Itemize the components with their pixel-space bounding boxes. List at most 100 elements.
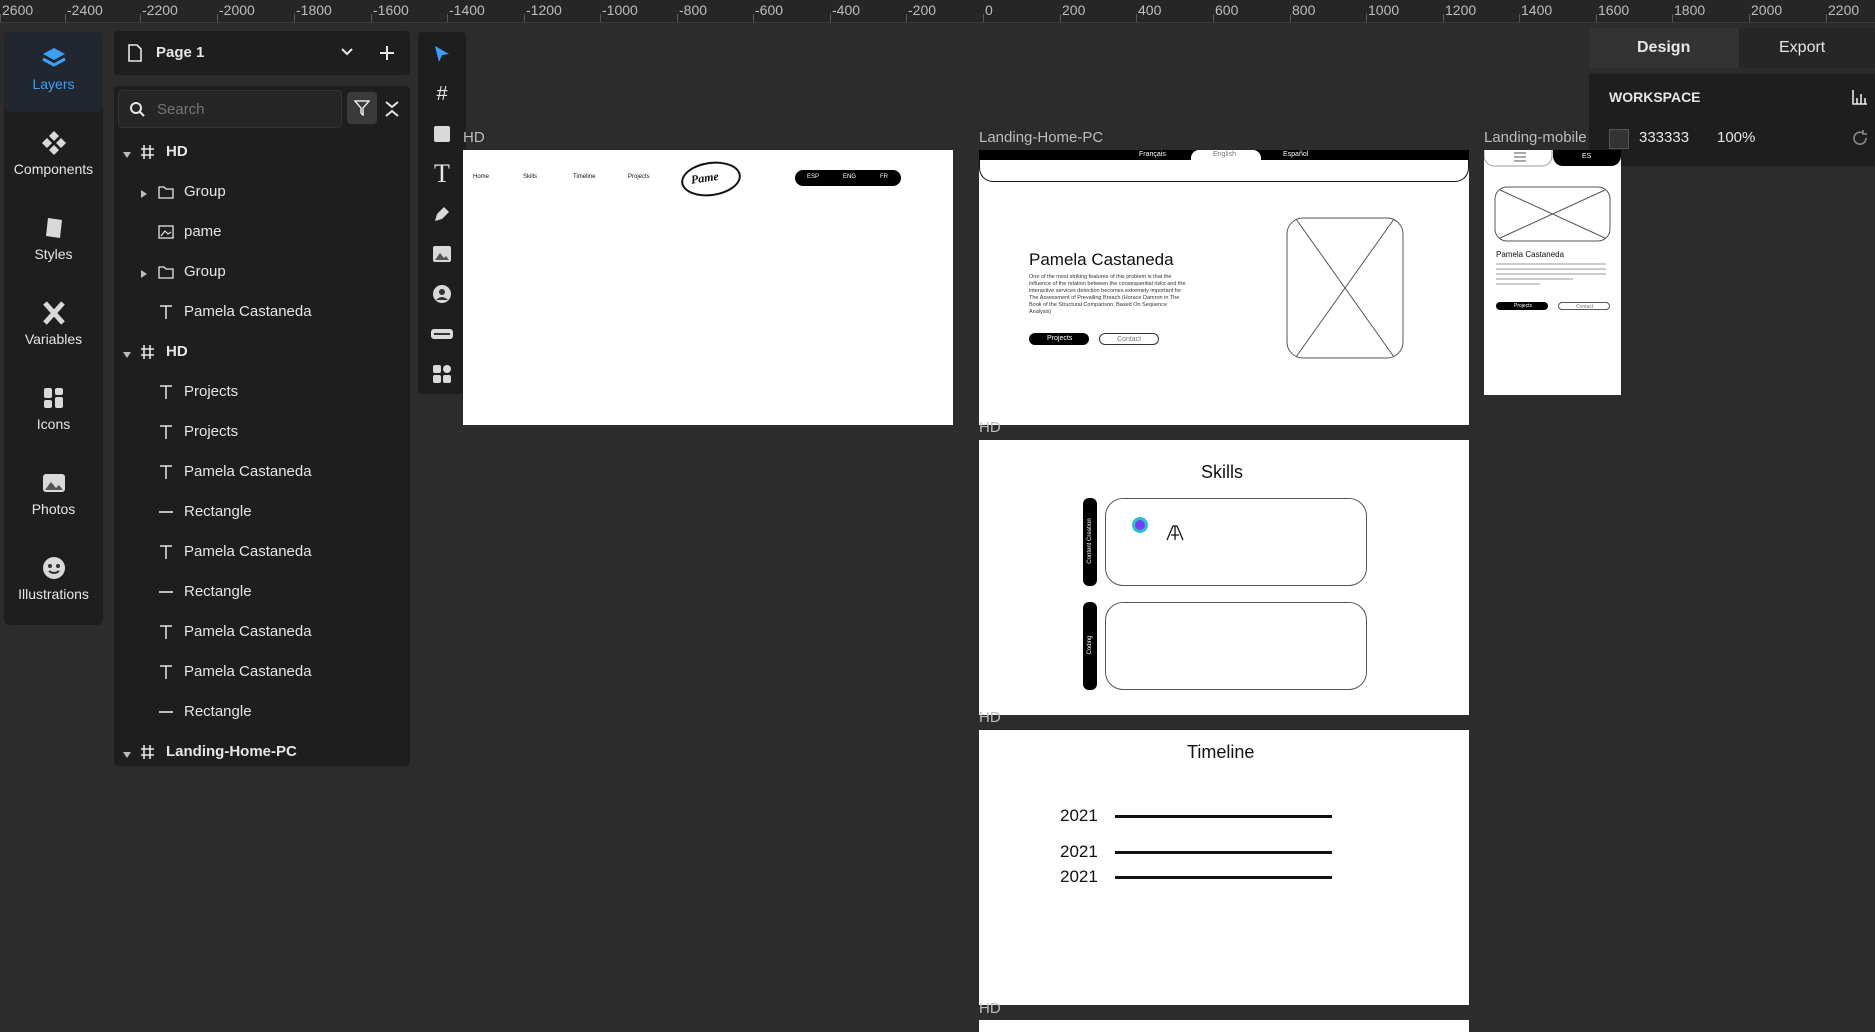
ruler-tick bbox=[1136, 14, 1137, 22]
mobile-body-text bbox=[1496, 263, 1606, 293]
mobile-contact-button[interactable]: Contact bbox=[1558, 302, 1610, 310]
contact-button[interactable]: Contact bbox=[1099, 333, 1159, 345]
opacity-value[interactable]: 100% bbox=[1717, 129, 1755, 146]
layer-row[interactable]: Rectangle bbox=[114, 692, 410, 732]
ruler-settings-icon[interactable] bbox=[1851, 88, 1869, 106]
nav-variables[interactable]: Variables bbox=[4, 287, 103, 367]
skills-card-2 bbox=[1105, 602, 1367, 690]
plugins-tool[interactable] bbox=[418, 354, 466, 394]
frame-icon bbox=[140, 744, 156, 764]
filter-button[interactable] bbox=[347, 92, 377, 124]
ruler-tick bbox=[1519, 14, 1520, 22]
skills-card-1 bbox=[1105, 498, 1367, 586]
ruler-label: 2600 bbox=[2, 2, 34, 18]
ruler-tick bbox=[677, 14, 678, 22]
layer-row[interactable]: Rectangle bbox=[114, 492, 410, 532]
move-tool[interactable] bbox=[418, 34, 466, 74]
workspace-panel: WORKSPACE 333333 100% bbox=[1589, 74, 1875, 166]
avatar-tool[interactable] bbox=[418, 274, 466, 314]
layer-row[interactable]: HD bbox=[114, 132, 410, 172]
page-selector[interactable]: Page 1 bbox=[114, 31, 410, 75]
rectangle-tool[interactable] bbox=[418, 114, 466, 154]
hd-frame-header[interactable]: Home Skills Timeline Projects Pame ESP E… bbox=[463, 150, 953, 425]
text-icon bbox=[158, 624, 174, 644]
nav-illustrations[interactable]: Illustrations bbox=[4, 542, 103, 622]
cursor-icon bbox=[435, 46, 449, 62]
search-input[interactable] bbox=[155, 97, 335, 121]
layer-row[interactable]: Pamela Castaneda bbox=[114, 452, 410, 492]
projects-button[interactable]: Projects bbox=[1029, 333, 1089, 345]
frame-label: Landing-mobile bbox=[1484, 129, 1587, 146]
reset-icon[interactable] bbox=[1851, 129, 1869, 147]
layer-row[interactable]: Group bbox=[114, 252, 410, 292]
mobile-projects-button[interactable]: Projects bbox=[1496, 302, 1548, 310]
nav-icons[interactable]: Icons bbox=[4, 372, 103, 452]
layer-row[interactable]: pame bbox=[114, 212, 410, 252]
layer-row[interactable]: Projects bbox=[114, 372, 410, 412]
ruler-tick bbox=[524, 14, 525, 22]
collapse-all-icon[interactable] bbox=[383, 100, 401, 118]
ruler-label: -200 bbox=[908, 2, 937, 18]
frame-tool[interactable]: # bbox=[418, 74, 466, 114]
icons-icon bbox=[43, 388, 63, 408]
add-page-icon[interactable] bbox=[378, 44, 396, 62]
frame-label: Landing-Home-PC bbox=[979, 129, 1104, 146]
ruler-label: -1800 bbox=[296, 2, 332, 18]
button-tool[interactable] bbox=[418, 314, 466, 354]
variables-icon bbox=[42, 301, 65, 325]
nav-components[interactable]: Components bbox=[4, 117, 103, 197]
content-creation-tab[interactable]: Content Creation bbox=[1083, 498, 1097, 586]
layer-row[interactable]: Pamela Castaneda bbox=[114, 532, 410, 572]
tab-design[interactable]: Design bbox=[1589, 28, 1739, 68]
text-icon: T bbox=[434, 159, 450, 188]
layer-row[interactable]: Rectangle bbox=[114, 572, 410, 612]
landing-mobile-frame[interactable]: ES Pamela Castaneda Projects Contact bbox=[1484, 150, 1621, 395]
layer-label: Pamela Castaneda bbox=[184, 463, 312, 480]
layer-row[interactable]: Pamela Castaneda bbox=[114, 652, 410, 692]
search-field[interactable] bbox=[118, 90, 342, 128]
timeline-frame[interactable]: Timeline 2021 2021 2021 bbox=[979, 730, 1469, 1005]
ruler-label: 1600 bbox=[1598, 2, 1630, 18]
text-icon bbox=[158, 544, 174, 564]
search-icon bbox=[130, 102, 145, 117]
layer-row[interactable]: Projects bbox=[114, 412, 410, 452]
ruler-label: 1000 bbox=[1368, 2, 1400, 18]
nav-photos[interactable]: Photos bbox=[4, 457, 103, 537]
ruler-label: 2200 bbox=[1828, 2, 1860, 18]
layer-row[interactable]: Pamela Castaneda bbox=[114, 612, 410, 652]
caret-right-icon[interactable] bbox=[140, 266, 148, 283]
hd-frame-bottom[interactable] bbox=[979, 1020, 1469, 1032]
layer-row[interactable]: Landing-Home-PC bbox=[114, 732, 410, 772]
ruler-tick bbox=[371, 14, 372, 22]
caret-right-icon[interactable] bbox=[140, 186, 148, 203]
text-tool[interactable]: T bbox=[418, 154, 466, 194]
pen-icon bbox=[435, 207, 449, 221]
chevron-down-icon[interactable] bbox=[340, 47, 354, 57]
caret-down-icon[interactable] bbox=[122, 146, 132, 163]
image-tool[interactable] bbox=[418, 234, 466, 274]
ruler-label: -400 bbox=[832, 2, 861, 18]
image-icon bbox=[433, 246, 451, 262]
ruler-tick bbox=[830, 14, 831, 22]
illustrations-icon bbox=[42, 557, 65, 579]
nav-layers[interactable]: Layers bbox=[4, 32, 103, 112]
tab-export[interactable]: Export bbox=[1739, 28, 1875, 68]
ruler-tick bbox=[1596, 14, 1597, 22]
skills-frame[interactable]: Skills Content Creation Coding bbox=[979, 440, 1469, 715]
caret-down-icon[interactable] bbox=[122, 346, 132, 363]
coding-tab[interactable]: Coding bbox=[1083, 602, 1097, 690]
layer-row[interactable]: HD bbox=[114, 332, 410, 372]
layer-row[interactable]: Pamela Castaneda bbox=[114, 292, 410, 332]
language-switch[interactable]: ESP ENG FR bbox=[795, 170, 901, 186]
layer-row[interactable]: Group bbox=[114, 172, 410, 212]
ruler-label: 800 bbox=[1292, 2, 1316, 18]
ruler-tick bbox=[217, 14, 218, 22]
color-swatch[interactable] bbox=[1609, 129, 1629, 149]
image-icon bbox=[158, 224, 174, 244]
nav-styles[interactable]: Styles bbox=[4, 202, 103, 282]
caret-down-icon[interactable] bbox=[122, 746, 132, 763]
color-hex-value[interactable]: 333333 bbox=[1639, 129, 1689, 146]
folder-icon bbox=[158, 264, 174, 284]
landing-home-pc-frame[interactable]: Français English Español Pamela Castaned… bbox=[979, 150, 1469, 425]
pen-tool[interactable] bbox=[418, 194, 466, 234]
